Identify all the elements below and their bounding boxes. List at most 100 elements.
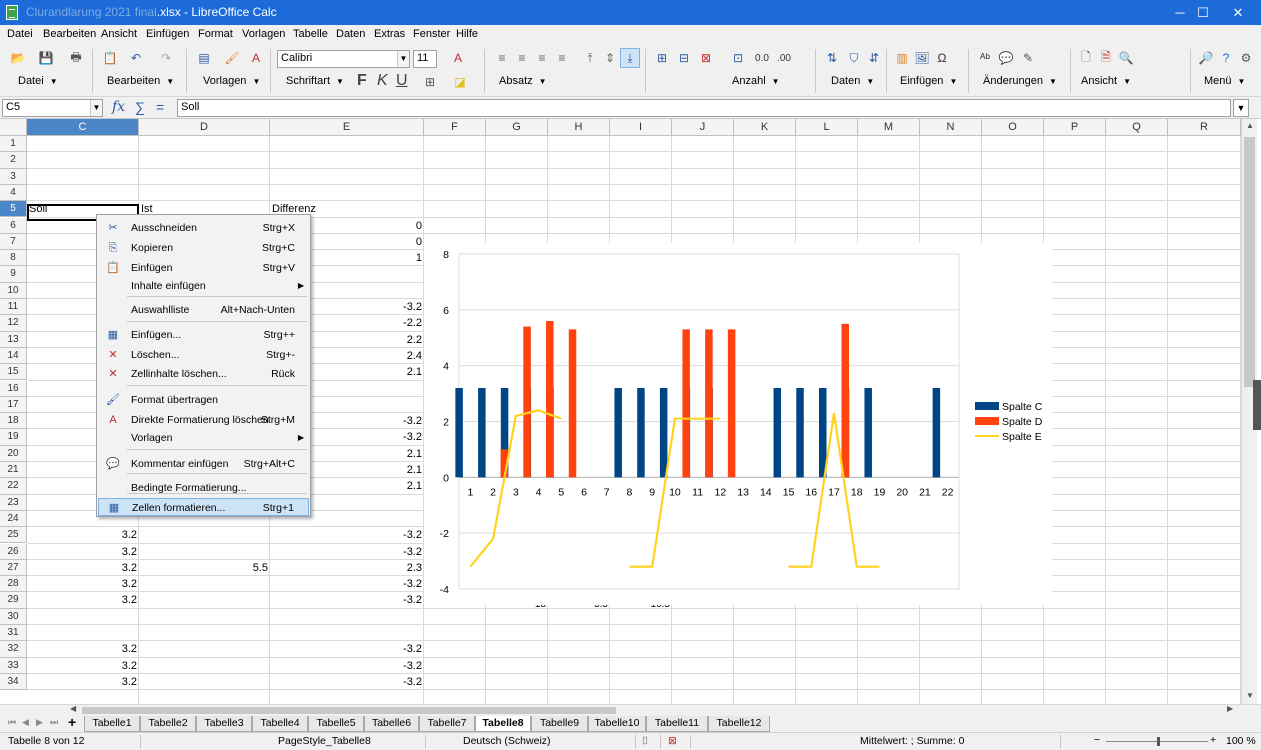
sort-asc-icon[interactable]: ⇵ <box>864 48 884 68</box>
cell[interactable]: 3.2 <box>27 527 139 543</box>
column-header[interactable]: C <box>27 119 139 136</box>
toolbar-group-aenderungen[interactable]: Änderungen ▼ <box>983 75 1057 87</box>
track-changes-icon[interactable]: ✎ <box>1018 48 1038 68</box>
bold-button[interactable]: F <box>357 72 367 90</box>
menu-item-copy[interactable]: ⎘ Kopieren Strg+C <box>98 239 309 257</box>
last-sheet-icon[interactable]: ⏭ <box>50 717 58 728</box>
sheet-tab[interactable]: Tabelle10 <box>588 716 646 732</box>
brush-icon[interactable]: 🖌 <box>222 48 242 68</box>
decimal-add-icon[interactable]: 0.0 <box>752 48 772 68</box>
row-header[interactable]: 19 <box>0 429 27 446</box>
scroll-up-icon[interactable]: ▲ <box>1242 121 1258 130</box>
sheet-tab[interactable]: Tabelle4 <box>252 716 308 732</box>
prev-sheet-icon[interactable]: ◀ <box>22 717 29 728</box>
row-header[interactable]: 25 <box>0 527 27 544</box>
sheet-tab[interactable]: Tabelle3 <box>196 716 252 732</box>
row-header[interactable]: 26 <box>0 543 27 560</box>
menu-hilfe[interactable]: Hilfe <box>456 28 478 40</box>
menu-item-conditional-formatting[interactable]: Bedingte Formatierung... <box>98 479 309 497</box>
page-style[interactable]: PageStyle_Tabelle8 <box>278 735 371 747</box>
open-icon[interactable]: 📂 <box>8 48 28 68</box>
menu-ansicht[interactable]: Ansicht <box>101 28 137 40</box>
scrollbar-thumb[interactable] <box>1244 137 1255 387</box>
sheet-tab[interactable]: Tabelle6 <box>364 716 419 732</box>
help-icon[interactable]: ? <box>1216 48 1236 68</box>
menu-tabelle[interactable]: Tabelle <box>293 28 328 40</box>
print-preview-icon[interactable]: 🗎 <box>1096 48 1116 68</box>
toolbar-group-vorlagen[interactable]: Vorlagen ▼ <box>203 75 260 87</box>
align-left-icon[interactable]: ≡ <box>492 48 512 68</box>
menu-daten[interactable]: Daten <box>336 28 365 40</box>
clear-format-icon[interactable]: A <box>246 48 266 68</box>
column-header[interactable]: M <box>858 119 920 136</box>
menu-item-format-cells[interactable]: ▦ Zellen formatieren... Strg+1 <box>98 498 309 516</box>
row-header[interactable]: 20 <box>0 445 27 462</box>
cell[interactable]: 3.2 <box>27 576 139 592</box>
special-character-icon[interactable]: Ω <box>932 48 952 68</box>
font-color-icon[interactable]: A <box>448 48 468 68</box>
row-header[interactable]: 30 <box>0 608 27 625</box>
cell[interactable]: -3.2 <box>270 641 424 657</box>
redo-icon[interactable]: ↷ <box>156 48 176 68</box>
sheet-tab[interactable]: Tabelle11 <box>646 716 708 732</box>
menu-datei[interactable]: Datei <box>7 28 33 40</box>
row-header[interactable]: 15 <box>0 364 27 381</box>
row-header[interactable]: 1 <box>0 136 27 153</box>
font-name-select[interactable]: Calibri ▼ <box>277 50 410 68</box>
print-icon[interactable]: 🖶 <box>66 48 86 68</box>
row-header[interactable]: 9 <box>0 266 27 283</box>
italic-button[interactable]: K <box>377 72 388 90</box>
cell[interactable]: 3.2 <box>27 641 139 657</box>
row-header[interactable]: 33 <box>0 657 27 674</box>
row-header[interactable]: 11 <box>0 299 27 316</box>
borders-icon[interactable]: ⊞ <box>420 72 440 92</box>
sort-icon[interactable]: ⇅ <box>822 48 842 68</box>
toolbar-group-absatz[interactable]: Absatz ▼ <box>499 75 547 87</box>
align-middle-icon[interactable]: ⇕ <box>600 48 620 68</box>
column-header[interactable]: Q <box>1106 119 1168 136</box>
chart[interactable]: 86420-2-41 2 3 4 5 6 7 8 9 10 11 12 13 14 15 16 17 18 19 20… <box>424 243 1052 605</box>
menu-item-insert-comment[interactable]: 💬 Kommentar einfügen Strg+Alt+C <box>98 455 309 473</box>
row-header[interactable]: 6 <box>0 217 27 234</box>
cell[interactable]: 3.2 <box>27 560 139 576</box>
menu-fenster[interactable]: Fenster <box>413 28 450 40</box>
row-header[interactable]: 8 <box>0 250 27 267</box>
cell[interactable]: 3.2 <box>27 674 139 690</box>
row-header[interactable]: 5 <box>0 201 27 218</box>
toolbar-group-schriftart[interactable]: Schriftart ▼ <box>286 75 344 87</box>
chart-icon[interactable]: ▥ <box>892 48 912 68</box>
column-header[interactable]: G <box>486 119 548 136</box>
column-header[interactable]: F <box>424 119 486 136</box>
font-size-select[interactable]: 11 <box>413 50 437 68</box>
row-header[interactable]: 16 <box>0 380 27 397</box>
toolbar-group-daten[interactable]: Daten ▼ <box>831 75 874 87</box>
column-header[interactable]: H <box>548 119 610 136</box>
cell[interactable]: -3.2 <box>270 674 424 690</box>
background-color-icon[interactable]: ◪ <box>450 72 470 92</box>
row-header[interactable]: 2 <box>0 152 27 169</box>
row-header[interactable]: 32 <box>0 641 27 658</box>
column-header[interactable]: D <box>139 119 270 136</box>
page-icon[interactable]: 🗋 <box>1076 48 1096 68</box>
sheet-tab[interactable]: Tabelle7 <box>419 716 475 732</box>
cell[interactable]: 5.5 <box>139 560 270 576</box>
menu-item-cut[interactable]: ✂ Ausschneiden Strg+X <box>98 219 309 237</box>
row-header[interactable]: 17 <box>0 396 27 414</box>
save-icon[interactable]: 💾 <box>36 48 56 68</box>
filter-icon[interactable]: ⛉ <box>844 48 864 68</box>
zoom-in-icon[interactable]: + <box>1210 734 1216 746</box>
column-header[interactable]: P <box>1044 119 1106 136</box>
row-header[interactable]: 13 <box>0 331 27 348</box>
undo-icon[interactable]: ↶ <box>126 48 146 68</box>
column-header[interactable]: O <box>982 119 1044 136</box>
align-right-icon[interactable]: ≡ <box>532 48 552 68</box>
row-header[interactable]: 7 <box>0 233 27 251</box>
menu-bearbeiten[interactable]: Bearbeiten <box>43 28 96 40</box>
menu-item-selection-list[interactable]: Auswahlliste Alt+Nach-Unten <box>98 301 309 319</box>
toolbar-group-ansicht[interactable]: Ansicht ▼ <box>1081 75 1131 87</box>
sheet-tab[interactable]: Tabelle8 <box>475 716 531 732</box>
horizontal-scrollbar[interactable]: ◀ ▶ <box>0 704 1241 716</box>
formula-input[interactable]: Soll <box>177 99 1231 117</box>
toolbar-group-anzahl[interactable]: Anzahl ▼ <box>732 75 780 87</box>
menu-einfuegen[interactable]: Einfügen <box>146 28 189 40</box>
